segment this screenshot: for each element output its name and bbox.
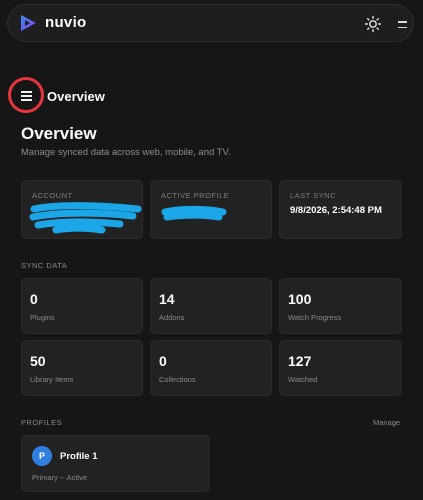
stat-label: Watch Progress [288, 313, 342, 322]
stat-value: 50 [30, 353, 46, 369]
profiles-heading: PROFILES [21, 418, 63, 427]
account-label: ACCOUNT [32, 191, 73, 200]
stat-label: Addons [159, 313, 185, 322]
active-profile-card: ACTIVE PROFILE [150, 180, 272, 239]
stat-label: Collections [159, 375, 196, 384]
stat-card-library-items: 50 Library Items [21, 340, 143, 396]
stat-value: 127 [288, 353, 312, 369]
manage-profiles-link[interactable]: Manage [373, 418, 400, 427]
nuvio-logo-icon [21, 15, 36, 31]
profile-card[interactable]: P Profile 1 Primary -- Active [21, 435, 210, 492]
avatar: P [32, 446, 52, 466]
stat-card-watch-progress: 100 Watch Progress [279, 278, 402, 334]
stat-card-watched: 127 Watched [279, 340, 402, 396]
app-logo-text: nuvio [45, 14, 87, 31]
last-sync-value: 9/8/2026, 2:54:48 PM [290, 205, 382, 216]
menu-icon [398, 21, 407, 23]
page-subtitle: Manage synced data across web, mobile, a… [21, 147, 231, 158]
last-sync-card: LAST SYNC 9/8/2026, 2:54:48 PM [279, 180, 402, 239]
stat-label: Plugins [30, 313, 55, 322]
active-profile-label: ACTIVE PROFILE [161, 191, 230, 200]
profile-name: Profile 1 [60, 451, 98, 462]
top-bar: nuvio [7, 4, 414, 42]
stat-label: Watched [288, 375, 318, 384]
top-menu-button[interactable] [396, 15, 410, 33]
stat-label: Library Items [30, 375, 74, 384]
stat-value: 0 [30, 291, 38, 307]
account-card: ACCOUNT [21, 180, 143, 239]
redaction-scribble [161, 205, 227, 221]
stat-value: 14 [159, 291, 175, 307]
stat-card-plugins: 0 Plugins [21, 278, 143, 334]
breadcrumb: Overview [47, 89, 105, 104]
last-sync-label: LAST SYNC [290, 191, 337, 200]
sidebar-toggle-button[interactable] [8, 77, 44, 113]
stat-card-addons: 14 Addons [150, 278, 272, 334]
page-title: Overview [21, 124, 97, 143]
sync-data-heading: SYNC DATA [21, 261, 68, 270]
redaction-scribble [29, 202, 142, 234]
stat-value: 0 [159, 353, 167, 369]
menu-icon [20, 91, 32, 93]
stat-card-collections: 0 Collections [150, 340, 272, 396]
profile-status: Primary -- Active [32, 473, 88, 482]
stat-value: 100 [288, 291, 312, 307]
sun-icon [364, 15, 382, 33]
theme-toggle-button[interactable] [363, 14, 383, 34]
